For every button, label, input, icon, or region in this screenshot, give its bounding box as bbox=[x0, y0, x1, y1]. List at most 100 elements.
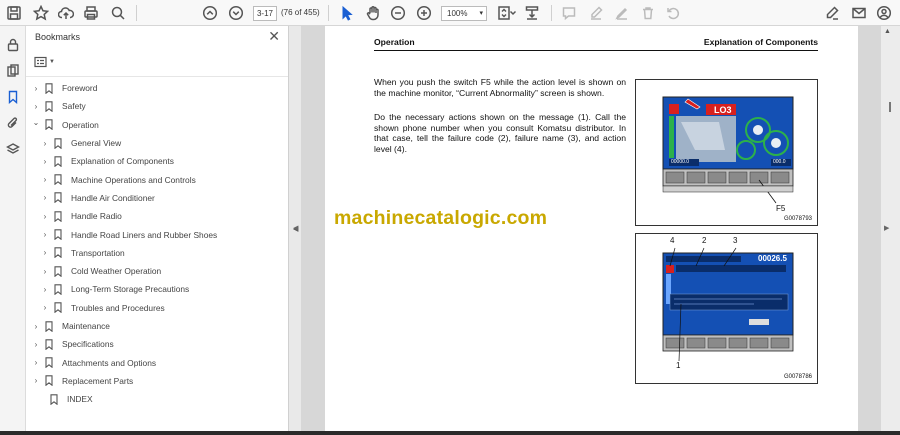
bookmark-icon bbox=[45, 101, 55, 113]
previous-page-arrow-icon[interactable]: ◀ bbox=[293, 224, 298, 232]
pdf-viewer: 3-17 (76 of 455) 100% ▾ Bookmarks ✕ ▼ › … bbox=[0, 0, 900, 435]
bookmark-item[interactable]: › Cold Weather Operation bbox=[26, 262, 288, 280]
select-cursor-icon[interactable] bbox=[337, 3, 357, 23]
print-icon[interactable] bbox=[81, 3, 101, 23]
bookmarks-panel: Bookmarks ✕ ▼ › Foreword › Safety ⌄ Operation… bbox=[26, 26, 289, 435]
chevron-right-icon[interactable]: › bbox=[41, 285, 49, 294]
upload-cloud-icon[interactable] bbox=[56, 3, 76, 23]
scroll-up-icon[interactable]: ▲ bbox=[884, 28, 891, 35]
page-number-input[interactable]: 3-17 bbox=[253, 6, 277, 21]
bookmark-label: Handle Radio bbox=[71, 211, 122, 222]
lock-icon[interactable] bbox=[4, 36, 22, 54]
next-page-arrow-icon[interactable]: ▶ bbox=[884, 224, 889, 232]
chevron-right-icon[interactable]: › bbox=[41, 193, 49, 202]
bookmark-item[interactable]: › Safety bbox=[26, 97, 288, 115]
page-header-section: Operation bbox=[374, 37, 415, 47]
chevron-down-icon[interactable]: ⌄ bbox=[32, 118, 40, 127]
close-icon[interactable]: ✕ bbox=[268, 29, 280, 43]
draw-icon[interactable] bbox=[612, 3, 632, 23]
bookmark-item[interactable]: › Machine Operations and Controls bbox=[26, 170, 288, 188]
bookmark-item[interactable]: › Explanation of Components bbox=[26, 152, 288, 170]
chevron-right-icon[interactable]: › bbox=[41, 212, 49, 221]
bookmark-options-button[interactable]: ▼ bbox=[34, 54, 60, 70]
bookmarks-panel-title: Bookmarks bbox=[35, 32, 81, 42]
bookmark-item[interactable]: › General View bbox=[26, 134, 288, 152]
bookmarks-panel-icon[interactable] bbox=[4, 88, 22, 106]
previous-page-icon[interactable] bbox=[200, 3, 220, 23]
chevron-right-icon[interactable]: › bbox=[41, 157, 49, 166]
comment-icon[interactable] bbox=[559, 3, 579, 23]
page-count-label: (76 of 455) bbox=[281, 8, 320, 17]
account-icon[interactable] bbox=[874, 3, 894, 23]
document-viewport[interactable]: Operation Explanation of Components When… bbox=[301, 26, 881, 435]
bookmark-item[interactable]: › Troubles and Procedures bbox=[26, 299, 288, 317]
bookmark-item[interactable]: › Specifications bbox=[26, 335, 288, 353]
body-paragraph: Do the necessary actions shown on the me… bbox=[374, 112, 626, 154]
bookmark-label: Handle Road Liners and Rubber Shoes bbox=[71, 229, 218, 240]
bookmark-icon bbox=[54, 174, 64, 186]
monitor-screen-illustration bbox=[662, 96, 794, 204]
bookmark-icon bbox=[54, 302, 64, 314]
chevron-right-icon[interactable]: › bbox=[41, 175, 49, 184]
bookmark-item[interactable]: › Handle Radio bbox=[26, 207, 288, 225]
chevron-right-icon[interactable]: › bbox=[41, 248, 49, 257]
callout-label: 4 bbox=[670, 236, 675, 245]
bookmark-icon bbox=[45, 357, 55, 369]
bookmark-tree: › Foreword › Safety ⌄ Operation › General View ›… bbox=[26, 79, 288, 408]
chevron-right-icon[interactable]: › bbox=[32, 102, 40, 111]
chevron-right-icon[interactable]: › bbox=[32, 358, 40, 367]
bookmark-item[interactable]: › Handle Road Liners and Rubber Shoes bbox=[26, 225, 288, 243]
chevron-right-icon[interactable]: › bbox=[32, 376, 40, 385]
bookmark-icon bbox=[45, 119, 55, 131]
attachments-icon[interactable] bbox=[4, 114, 22, 132]
zoom-search-icon[interactable] bbox=[108, 3, 128, 23]
zoom-in-icon[interactable] bbox=[414, 3, 434, 23]
chevron-right-icon[interactable]: › bbox=[32, 322, 40, 331]
toolbar-divider bbox=[551, 5, 552, 21]
scrollbar-thumb[interactable] bbox=[889, 102, 891, 112]
bookmark-item[interactable]: › Attachments and Options bbox=[26, 353, 288, 371]
bookmark-item[interactable]: › Handle Air Conditioner bbox=[26, 189, 288, 207]
bookmark-label: Explanation of Components bbox=[71, 156, 174, 167]
bookmark-item[interactable]: › Long-Term Storage Precautions bbox=[26, 280, 288, 298]
zoom-out-icon[interactable] bbox=[388, 3, 408, 23]
layers-icon[interactable] bbox=[4, 140, 22, 158]
callout-label: F5 bbox=[776, 204, 786, 213]
toolbar: 3-17 (76 of 455) 100% ▾ bbox=[0, 0, 900, 26]
bookmark-item[interactable]: › Transportation bbox=[26, 244, 288, 262]
read-mode-icon[interactable] bbox=[522, 3, 542, 23]
next-page-icon[interactable] bbox=[226, 3, 246, 23]
bookmark-item[interactable]: › Foreword bbox=[26, 79, 288, 97]
bookmark-icon bbox=[45, 375, 55, 387]
bookmark-item[interactable]: › Maintenance bbox=[26, 317, 288, 335]
bookmark-icon bbox=[45, 82, 55, 94]
email-icon[interactable] bbox=[849, 3, 869, 23]
fill-sign-icon[interactable] bbox=[822, 3, 842, 23]
page-thumbnails-icon[interactable] bbox=[4, 62, 22, 80]
bookmark-label: Long-Term Storage Precautions bbox=[71, 284, 190, 295]
chevron-right-icon[interactable]: › bbox=[41, 230, 49, 239]
undo-icon[interactable] bbox=[663, 3, 683, 23]
zoom-level-select[interactable]: 100% ▾ bbox=[441, 6, 487, 21]
toolbar-divider bbox=[136, 5, 137, 21]
star-icon[interactable] bbox=[31, 3, 51, 23]
figure-monitor-action-level: LO3 00000.0 000.0 F5 G0078793 bbox=[635, 79, 818, 226]
save-icon[interactable] bbox=[4, 3, 24, 23]
chevron-right-icon[interactable]: › bbox=[32, 84, 40, 93]
bookmark-item[interactable]: INDEX bbox=[26, 390, 288, 408]
chevron-right-icon[interactable]: › bbox=[32, 340, 40, 349]
hand-tool-icon[interactable] bbox=[363, 3, 383, 23]
chevron-right-icon[interactable]: › bbox=[41, 139, 49, 148]
bookmark-icon bbox=[45, 320, 55, 332]
chevron-right-icon[interactable]: › bbox=[41, 303, 49, 312]
delete-icon[interactable] bbox=[638, 3, 658, 23]
chevron-right-icon[interactable]: › bbox=[41, 267, 49, 276]
bookmark-label: Foreword bbox=[62, 83, 98, 94]
highlight-pen-icon[interactable] bbox=[586, 3, 606, 23]
bookmark-item[interactable]: › Replacement Parts bbox=[26, 372, 288, 390]
window-bottom-edge bbox=[0, 431, 900, 435]
chevron-down-icon[interactable] bbox=[509, 3, 517, 23]
bookmark-label: Safety bbox=[62, 101, 86, 112]
bookmark-icon bbox=[54, 137, 64, 149]
bookmark-item[interactable]: ⌄ Operation bbox=[26, 116, 288, 134]
